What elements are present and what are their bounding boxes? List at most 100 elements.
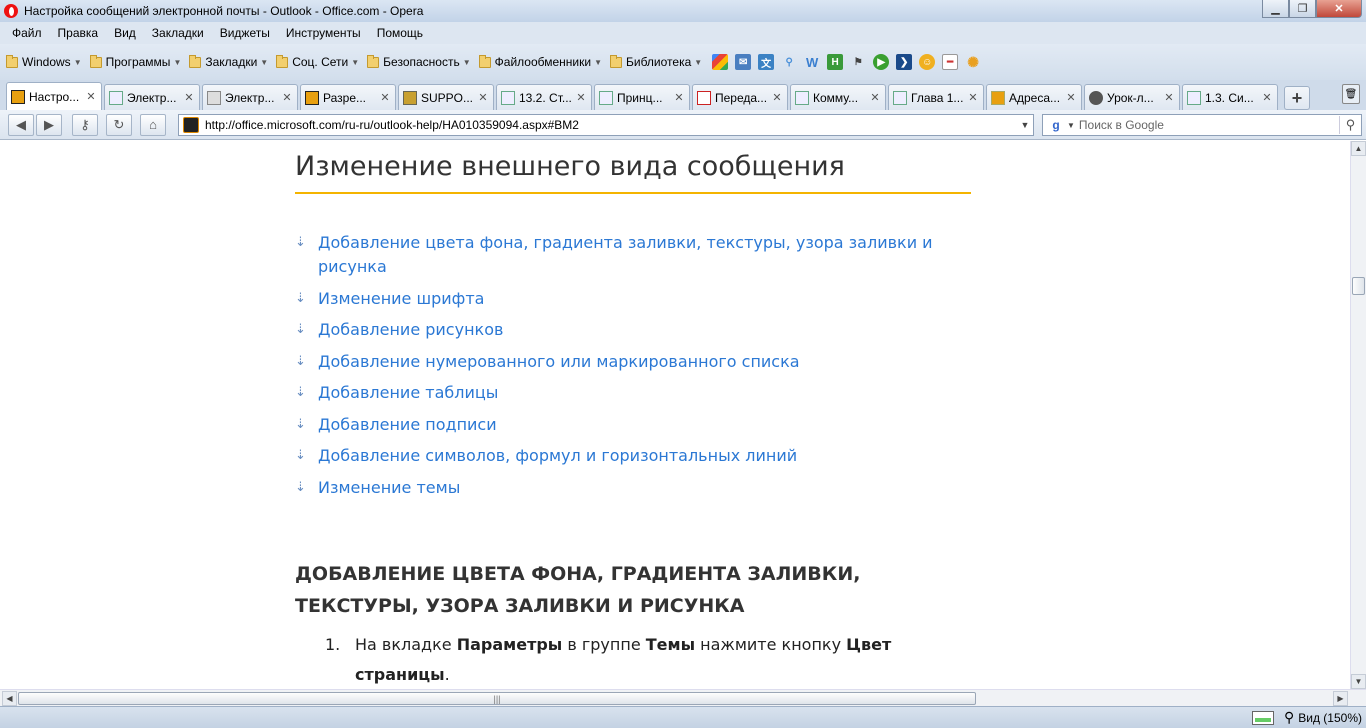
tab-close-icon[interactable]: ✕	[869, 91, 881, 104]
toc-link[interactable]: Изменение шрифта	[318, 287, 948, 311]
tab-2[interactable]: Электр... ✕	[202, 84, 298, 110]
toc-item[interactable]: ⇣ Добавление цвета фона, градиента заливк…	[295, 231, 971, 279]
tab-1[interactable]: Электр... ✕	[104, 84, 200, 110]
chevron-down-icon[interactable]: ▼	[1067, 121, 1075, 130]
toc-link[interactable]: Добавление нумерованного или маркированн…	[318, 350, 948, 374]
back-button[interactable]: ◀	[8, 113, 34, 136]
reload-button[interactable]: ↻	[106, 113, 132, 136]
tab-4[interactable]: SUPPO... ✕	[398, 84, 494, 110]
address-field[interactable]: http://office.microsoft.com/ru-ru/outloo…	[178, 114, 1034, 136]
bookmark-folder-programs[interactable]: Программы ▼	[89, 54, 181, 69]
tab-10[interactable]: Адреса... ✕	[986, 84, 1082, 110]
tab-close-icon[interactable]: ✕	[183, 91, 195, 104]
h-icon[interactable]: H	[827, 54, 844, 70]
trash-icon[interactable]: 🗑	[1342, 84, 1360, 104]
fit-to-width-icon[interactable]	[1252, 710, 1274, 725]
toc-link[interactable]: Добавление символов, формул и горизонтал…	[318, 444, 948, 468]
mail-icon[interactable]: ✉	[735, 54, 752, 70]
key-icon[interactable]: ⚷	[72, 113, 98, 136]
tab-5[interactable]: 13.2. Ст... ✕	[496, 84, 592, 110]
flag-icon[interactable]: ⚑	[850, 54, 866, 70]
google-icon[interactable]: g	[1045, 116, 1067, 134]
tab-6[interactable]: Принц... ✕	[594, 84, 690, 110]
tab-label: Разре...	[323, 90, 366, 105]
tab-11[interactable]: Урок-л... ✕	[1084, 84, 1180, 110]
tab-8[interactable]: Комму... ✕	[790, 84, 886, 110]
zoom-icon[interactable]: ⚲	[1284, 709, 1294, 726]
toc-item[interactable]: ⇣ Добавление символов, формул и горизонта…	[295, 444, 971, 468]
menu-tools[interactable]: Инструменты	[286, 26, 361, 40]
home-button[interactable]: ⌂	[140, 113, 166, 136]
tab-12[interactable]: 1.3. Си... ✕	[1182, 84, 1278, 110]
toc-link[interactable]: Изменение темы	[318, 476, 948, 500]
menu-help[interactable]: Помощь	[377, 26, 423, 40]
search-icon[interactable]: ⚲	[1339, 116, 1361, 134]
bulb-icon[interactable]: ☺	[919, 54, 936, 70]
forward-button[interactable]: ▶	[36, 113, 62, 136]
chevron-down-icon[interactable]: ▼	[1017, 120, 1033, 130]
maximize-button[interactable]: ❐	[1289, 0, 1316, 18]
bookmark-folder-filesharing[interactable]: Файлообменники ▼	[478, 54, 602, 69]
bookmark-folder-bookmarks[interactable]: Закладки ▼	[189, 54, 268, 69]
tab-close-icon[interactable]: ✕	[673, 91, 685, 104]
toc-item[interactable]: ⇣ Добавление таблицы	[295, 381, 971, 405]
google-icon[interactable]	[712, 54, 729, 70]
tab-7[interactable]: Переда... ✕	[692, 84, 788, 110]
toc-item[interactable]: ⇣ Добавление нумерованного или маркирован…	[295, 350, 971, 374]
tab-close-icon[interactable]: ✕	[85, 90, 97, 103]
menu-edit[interactable]: Правка	[58, 26, 99, 40]
tab-close-icon[interactable]: ✕	[281, 91, 293, 104]
tab-3[interactable]: Разре... ✕	[300, 84, 396, 110]
toc-item[interactable]: ⇣ Изменение шрифта	[295, 287, 971, 311]
w-icon[interactable]: W	[804, 54, 820, 70]
scroll-right-icon[interactable]: ▶	[1333, 691, 1348, 706]
cigarette-icon[interactable]: ━	[942, 54, 959, 70]
minimize-button[interactable]: ▁	[1262, 0, 1289, 18]
opera-logo-icon[interactable]	[4, 4, 18, 18]
tab-close-icon[interactable]: ✕	[1261, 91, 1273, 104]
scroll-left-icon[interactable]: ◀	[2, 691, 17, 706]
menu-bookmarks[interactable]: Закладки	[152, 26, 204, 40]
bookmark-folder-security[interactable]: Безопасность ▼	[367, 54, 471, 69]
vertical-scrollbar[interactable]: ▲ ▼	[1350, 141, 1366, 689]
bookmark-folder-windows[interactable]: Windows ▼	[6, 54, 82, 69]
play-icon[interactable]: ▶	[873, 54, 890, 70]
tab-9[interactable]: Глава 1... ✕	[888, 84, 984, 110]
scroll-thumb[interactable]	[1352, 277, 1365, 295]
scroll-down-icon[interactable]: ▼	[1351, 674, 1366, 689]
zoom-label[interactable]: Вид (150%)	[1298, 711, 1362, 725]
horizontal-scroll-thumb[interactable]: |||	[18, 692, 976, 705]
bookmark-folder-library[interactable]: Библиотека ▼	[610, 54, 702, 69]
tab-close-icon[interactable]: ✕	[967, 91, 979, 104]
tab-close-icon[interactable]: ✕	[1163, 91, 1175, 104]
horizontal-scrollbar[interactable]: ◀ ||| ▶	[0, 689, 1366, 706]
toc-item[interactable]: ⇣ Изменение темы	[295, 476, 971, 500]
tab-favicon	[403, 90, 417, 105]
search-field[interactable]: g ▼ Поиск в Google ⚲	[1042, 114, 1362, 136]
sun-icon[interactable]: ✺	[965, 54, 981, 70]
new-tab-button[interactable]: +	[1284, 86, 1310, 110]
menu-file[interactable]: Файл	[12, 26, 42, 40]
menu-widgets[interactable]: Виджеты	[220, 26, 270, 40]
toc-item[interactable]: ⇣ Добавление подписи	[295, 413, 971, 437]
tab-close-icon[interactable]: ✕	[575, 91, 587, 104]
close-button[interactable]: ✕	[1316, 0, 1362, 18]
antenna-icon[interactable]: ⚲	[781, 54, 797, 70]
toc-link[interactable]: Добавление рисунков	[318, 318, 948, 342]
arrow-icon[interactable]: ❯	[896, 54, 913, 70]
tab-close-icon[interactable]: ✕	[477, 91, 489, 104]
toc-link[interactable]: Добавление цвета фона, градиента заливки…	[318, 231, 948, 279]
toc-link[interactable]: Добавление подписи	[318, 413, 948, 437]
scroll-up-icon[interactable]: ▲	[1351, 141, 1366, 156]
translate-icon[interactable]: 文	[758, 54, 775, 70]
toc-item[interactable]: ⇣ Добавление рисунков	[295, 318, 971, 342]
tab-favicon	[795, 90, 809, 105]
tab-close-icon[interactable]: ✕	[379, 91, 391, 104]
tab-0[interactable]: Настро... ✕	[6, 82, 102, 110]
status-right: ⚲ Вид (150%)	[1252, 709, 1362, 726]
tab-close-icon[interactable]: ✕	[1065, 91, 1077, 104]
menu-view[interactable]: Вид	[114, 26, 136, 40]
toc-link[interactable]: Добавление таблицы	[318, 381, 948, 405]
tab-close-icon[interactable]: ✕	[771, 91, 783, 104]
bookmark-folder-social[interactable]: Соц. Сети ▼	[276, 54, 359, 69]
